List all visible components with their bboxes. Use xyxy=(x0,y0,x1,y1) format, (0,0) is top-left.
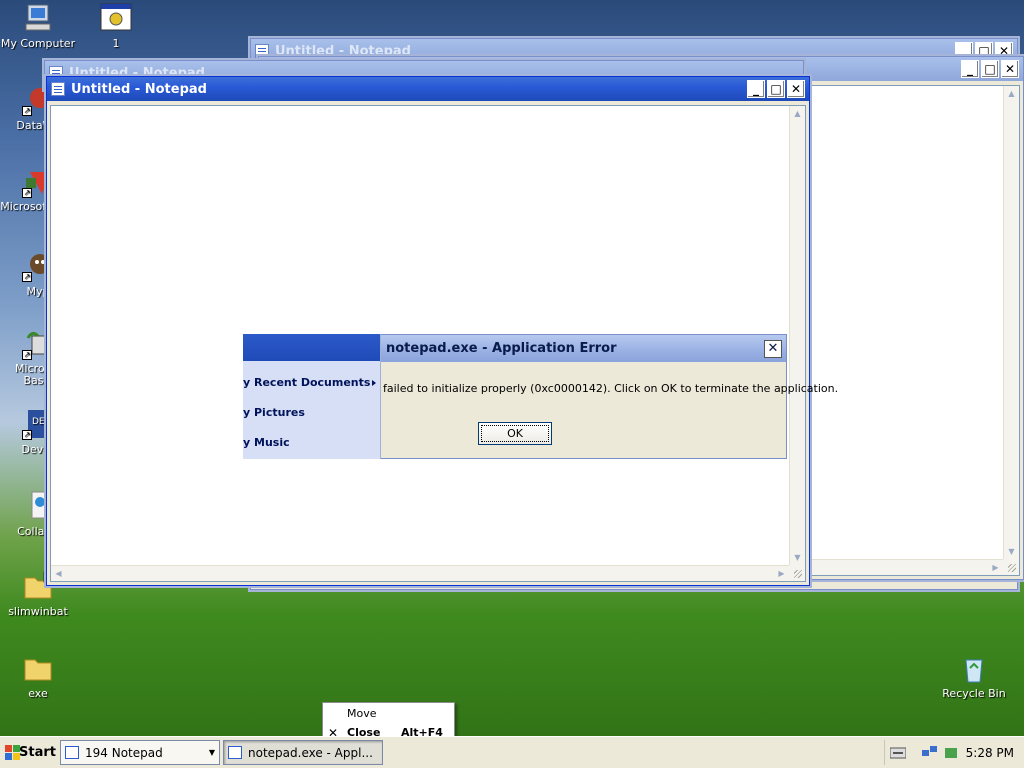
scroll-right-icon[interactable]: ▶ xyxy=(988,560,1003,575)
start-button[interactable]: Start xyxy=(2,740,56,765)
shortcut-arrow-icon: ↗ xyxy=(22,188,32,198)
keyboard-icon[interactable] xyxy=(889,746,907,760)
desktop-icon-recycle-bin[interactable]: Recycle Bin xyxy=(936,652,1012,700)
desktop-icon-label: 1 xyxy=(112,37,120,50)
desktop-icon-exe[interactable]: exe xyxy=(0,652,76,700)
shortcut-arrow-icon: ↗ xyxy=(22,350,32,360)
minimize-button[interactable]: _ xyxy=(961,60,979,78)
notepad-icon xyxy=(65,746,79,759)
dialog-title: notepad.exe - Application Error xyxy=(386,341,617,356)
app-window-icon xyxy=(228,746,242,759)
start-menu-fragment: y Recent Documents y Pictures y Music xyxy=(243,334,381,459)
windows-logo-icon xyxy=(5,744,20,761)
desktop-icon-label: exe xyxy=(28,687,48,700)
scroll-down-icon[interactable]: ▼ xyxy=(1004,544,1019,559)
recycle-bin-icon xyxy=(958,652,990,684)
close-button[interactable]: ✕ xyxy=(1001,60,1019,78)
taskbar-group-notepad[interactable]: 194 Notepad ▼ xyxy=(60,740,220,765)
computer-icon xyxy=(22,2,54,34)
scroll-up-icon[interactable]: ▲ xyxy=(1004,86,1019,101)
shortcut-arrow-icon: ↗ xyxy=(22,430,32,440)
taskbar: Start 194 Notepad ▼ notepad.exe - Appl..… xyxy=(0,736,1024,768)
network-icon[interactable] xyxy=(922,745,938,760)
scroll-down-icon[interactable]: ▼ xyxy=(790,550,805,565)
menu-item-label: Move xyxy=(347,707,377,720)
shortcut-arrow-icon: ↗ xyxy=(22,106,32,116)
title-bar[interactable]: Untitled - Notepad _ □ ✕ xyxy=(47,77,809,101)
desktop-icon-my-computer[interactable]: My Computer xyxy=(0,2,76,50)
resize-grip-icon[interactable] xyxy=(789,565,805,581)
resize-grip-icon[interactable] xyxy=(1003,559,1019,575)
notepad-icon xyxy=(51,82,65,96)
horizontal-scrollbar[interactable]: ◀ ▶ xyxy=(51,565,789,581)
vertical-scrollbar[interactable]: ▲ ▼ xyxy=(1003,86,1019,559)
program-icon xyxy=(100,2,132,34)
window-title: Untitled - Notepad xyxy=(71,81,207,97)
scroll-right-icon[interactable]: ▶ xyxy=(774,566,789,581)
start-menu-item-pictures[interactable]: y Pictures xyxy=(243,406,305,426)
clock[interactable]: 5:28 PM xyxy=(966,746,1014,760)
scroll-left-icon[interactable]: ◀ xyxy=(51,566,66,581)
taskbar-button-label: notepad.exe - Appl... xyxy=(248,745,373,760)
desktop-icon-label: Recycle Bin xyxy=(942,687,1006,700)
shortcut-arrow-icon: ↗ xyxy=(22,272,32,282)
start-menu-item-recent-documents[interactable]: y Recent Documents xyxy=(243,376,370,396)
taskbar-button-label: 194 Notepad xyxy=(85,745,163,760)
desktop-icon-1[interactable]: 1 xyxy=(78,2,154,50)
minimize-button[interactable]: _ xyxy=(747,80,765,98)
folder-icon xyxy=(22,652,54,684)
dropdown-arrow-icon: ▼ xyxy=(208,748,215,757)
menu-item-move[interactable]: Move xyxy=(323,704,454,723)
ok-button[interactable]: OK xyxy=(478,422,552,445)
vertical-scrollbar[interactable]: ▲ ▼ xyxy=(789,106,805,565)
scroll-up-icon[interactable]: ▲ xyxy=(790,106,805,121)
system-tray: 5:28 PM xyxy=(884,740,1022,765)
submenu-arrow-icon xyxy=(372,380,376,386)
maximize-button[interactable]: □ xyxy=(767,80,785,98)
error-message: failed to initialize properly (0xc000014… xyxy=(383,382,839,395)
notepad-window[interactable]: Untitled - Notepad _ □ ✕ ▲ ▼ ◀ ▶ xyxy=(46,76,810,586)
start-menu-header xyxy=(243,334,380,361)
start-label: Start xyxy=(19,745,56,760)
security-icon[interactable] xyxy=(943,746,959,760)
dialog-close-button[interactable]: ✕ xyxy=(764,339,782,358)
close-button[interactable]: ✕ xyxy=(787,80,805,98)
taskbar-button-error[interactable]: notepad.exe - Appl... xyxy=(223,740,383,765)
desktop-icon-label: My Computer xyxy=(0,37,76,50)
desktop-icon-label: slimwinbat xyxy=(8,605,68,618)
start-menu-item-music[interactable]: y Music xyxy=(243,436,290,456)
svg-text:DE: DE xyxy=(32,417,45,427)
maximize-button[interactable]: □ xyxy=(981,60,999,78)
